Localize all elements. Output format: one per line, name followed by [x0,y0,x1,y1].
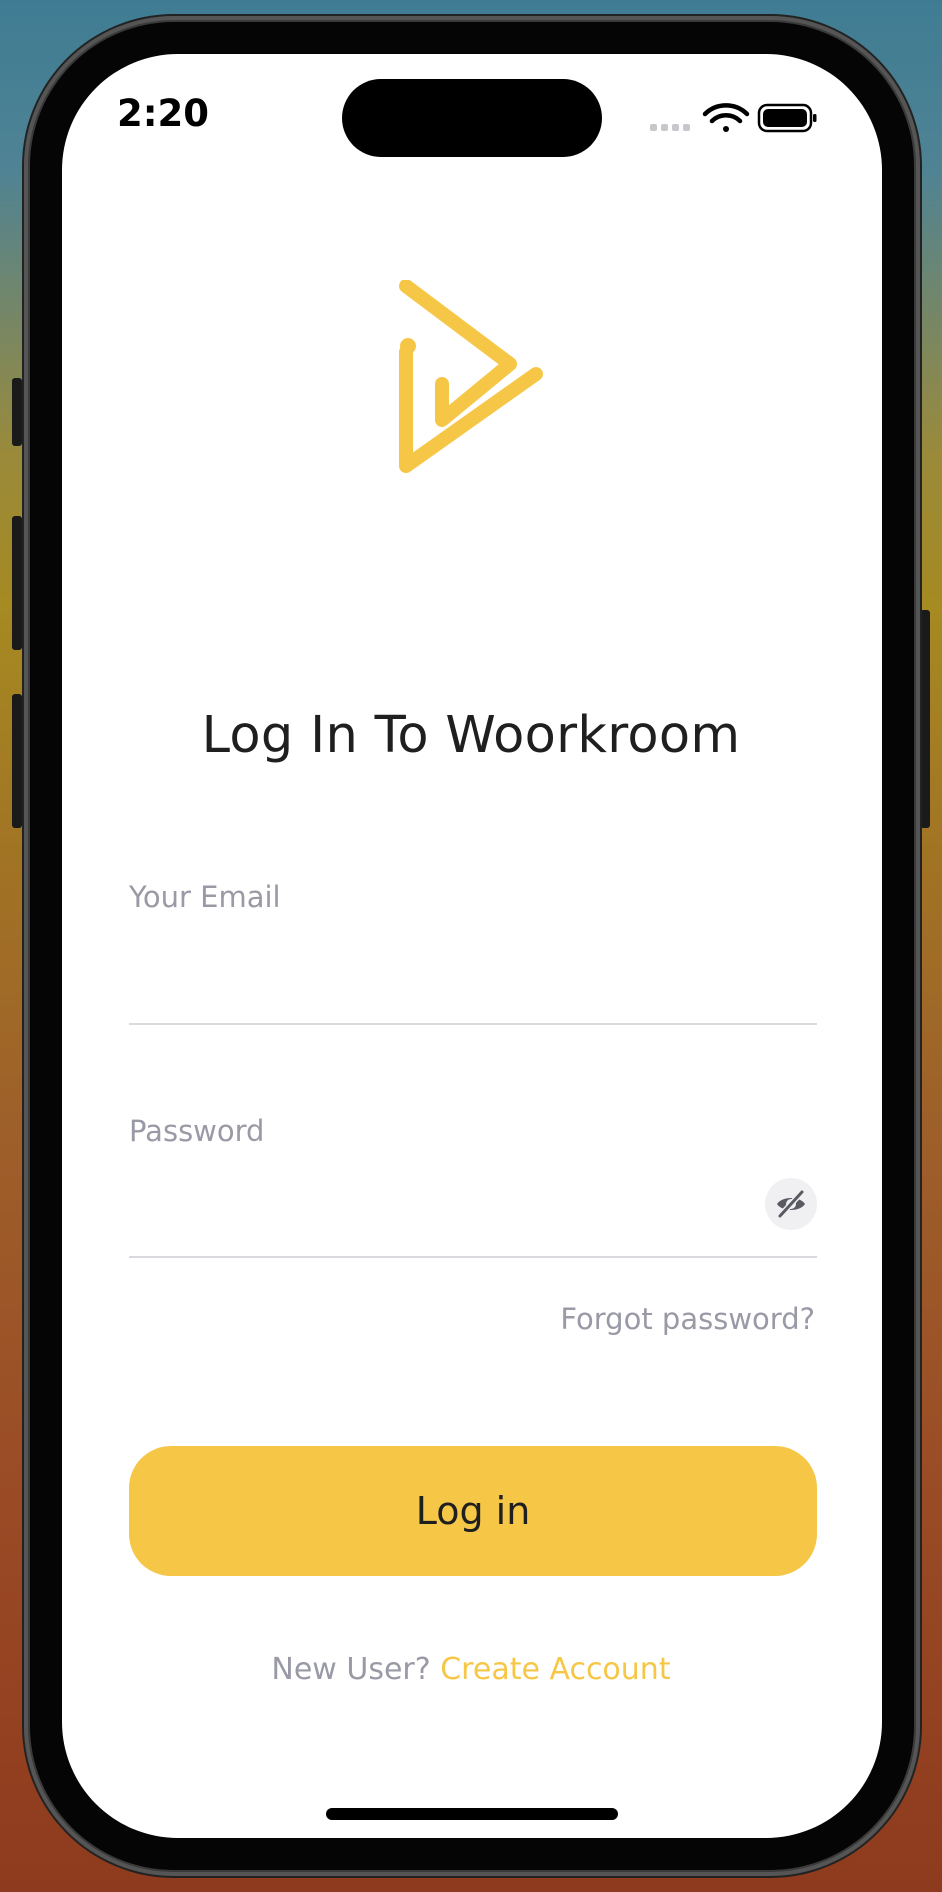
status-icons [648,102,818,134]
status-time: 2:20 [116,92,210,135]
mute-switch [12,378,22,446]
password-underline [129,1256,817,1258]
battery-icon [757,103,817,133]
email-label: Your Email [129,880,281,914]
volume-up-button [12,516,22,650]
toggle-password-visibility-button[interactable] [765,1178,817,1230]
home-indicator[interactable] [326,1808,618,1820]
wifi-icon [702,103,750,132]
page-title: Log In To Woorkroom [201,706,741,765]
email-field[interactable] [129,958,817,1018]
eye-off-icon [777,1189,805,1219]
login-button[interactable]: Log in [129,1446,817,1576]
power-button [920,610,930,828]
email-underline [129,1023,817,1025]
password-field[interactable] [129,1174,749,1234]
dynamic-island [342,79,602,157]
signal-icon [650,124,690,131]
password-label: Password [129,1114,265,1148]
create-account-link[interactable]: Create Account [440,1652,670,1687]
login-button-label: Log in [415,1489,531,1533]
new-user-text: New User? [271,1652,431,1687]
app-logo [394,279,546,476]
signup-prompt: New User? Create Account [82,1652,860,1687]
forgot-password-link[interactable]: Forgot password? [520,1302,815,1336]
volume-down-button [12,694,22,828]
